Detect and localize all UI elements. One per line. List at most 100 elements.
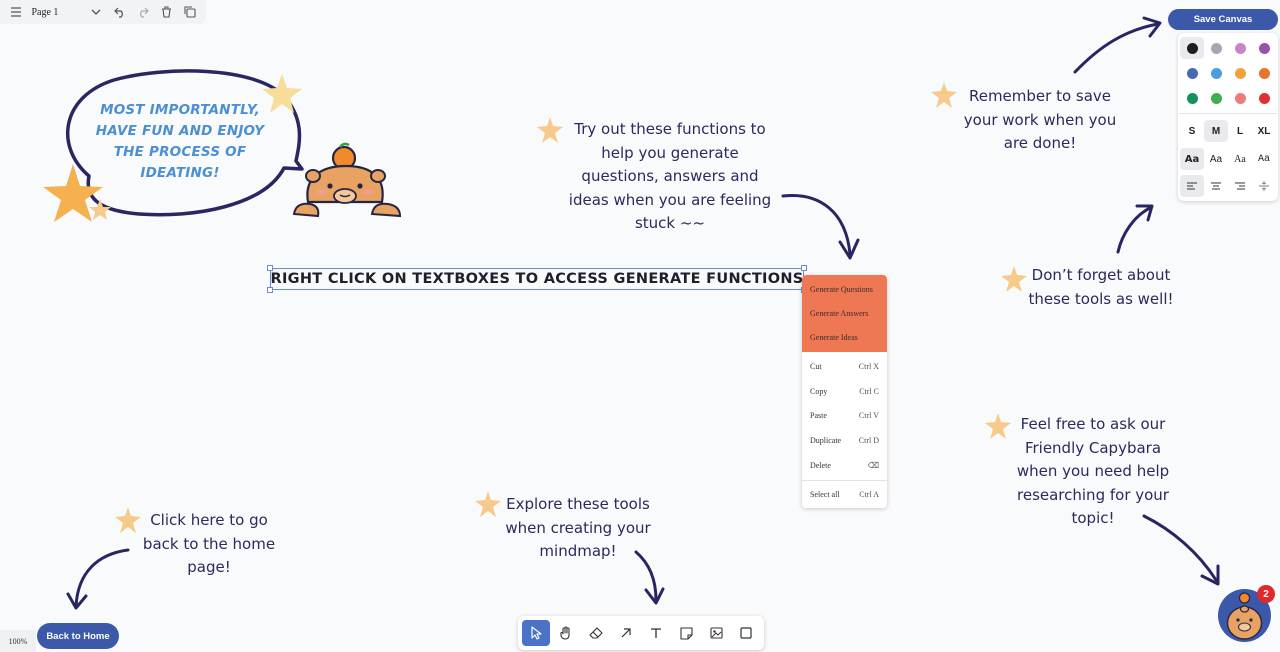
- star-icon: [115, 507, 141, 533]
- menu-item-shortcut: Ctrl D: [858, 435, 879, 445]
- undo-icon[interactable]: [110, 1, 129, 23]
- star-icon: [89, 199, 111, 220]
- menu-item-duplicate[interactable]: Duplicate Ctrl D: [802, 428, 887, 452]
- font-serif[interactable]: Aa: [1228, 148, 1252, 170]
- eraser-icon: [589, 627, 603, 639]
- redo-icon[interactable]: [134, 1, 153, 23]
- menu-item-label: Generate Questions: [810, 284, 873, 294]
- resize-handle[interactable]: [801, 265, 807, 271]
- context-menu: Generate Questions Generate Answers Gene…: [802, 275, 887, 508]
- home-note: Click here to go back to the home page!: [142, 511, 276, 576]
- menu-item-shortcut: Ctrl C: [859, 386, 879, 396]
- arrow-icon: [1116, 204, 1154, 254]
- menu-item-generate-questions[interactable]: Generate Questions: [802, 277, 887, 301]
- color-swatch[interactable]: [1204, 87, 1228, 109]
- menu-item-label: Cut: [810, 361, 822, 371]
- star-icon: [475, 491, 501, 517]
- chevron-down-icon[interactable]: [87, 1, 106, 23]
- bubble-text: MOST IMPORTANTLY, HAVE FUN AND ENJOY THE…: [95, 102, 265, 181]
- page-name[interactable]: Page 1: [29, 7, 82, 18]
- star-icon: [537, 117, 563, 143]
- hand-tool[interactable]: [552, 620, 580, 646]
- menu-item-copy[interactable]: Copy Ctrl C: [802, 379, 887, 403]
- menu-item-paste[interactable]: Paste Ctrl V: [802, 403, 887, 427]
- rectangle-icon: [740, 627, 752, 639]
- arrow-icon: [1142, 514, 1220, 586]
- menu-item-shortcut: Ctrl A: [859, 489, 879, 499]
- color-swatch[interactable]: [1204, 37, 1228, 59]
- rectangle-tool[interactable]: [732, 620, 760, 646]
- menu-item-label: Select all: [810, 489, 840, 499]
- duplicate-icon[interactable]: [181, 1, 200, 23]
- text-tool[interactable]: [642, 620, 670, 646]
- align-center-icon[interactable]: [1204, 175, 1228, 197]
- back-to-home-button[interactable]: Back to Home: [37, 623, 119, 649]
- note-tool[interactable]: [672, 620, 700, 646]
- size-small[interactable]: S: [1180, 120, 1204, 142]
- trash-icon[interactable]: [157, 1, 176, 23]
- functions-note: Try out these functions to help you gene…: [568, 120, 772, 232]
- color-swatch[interactable]: [1180, 37, 1204, 59]
- resize-handle[interactable]: [267, 265, 273, 271]
- arrow-icon: [634, 550, 665, 605]
- page-bar: Page 1: [0, 0, 206, 24]
- size-medium[interactable]: M: [1204, 120, 1228, 142]
- size-large[interactable]: L: [1228, 120, 1252, 142]
- note-icon: [679, 626, 693, 640]
- drawing-toolbar: [518, 616, 764, 650]
- vertical-align-icon[interactable]: [1252, 175, 1276, 197]
- notification-badge: 2: [1257, 585, 1275, 603]
- menu-item-cut[interactable]: Cut Ctrl X: [802, 354, 887, 378]
- font-draw[interactable]: Aa: [1180, 148, 1204, 170]
- tools-note: Don’t forget about these tools as well!: [1028, 266, 1174, 308]
- menu-item-label: Copy: [810, 386, 828, 396]
- title-textbox[interactable]: RIGHT CLICK ON TEXTBOXES TO ACCESS GENER…: [270, 268, 804, 290]
- menu-item-label: Delete: [810, 460, 831, 470]
- arrow-icon: [781, 194, 860, 260]
- font-mono[interactable]: Aa: [1252, 148, 1276, 170]
- color-swatch[interactable]: [1252, 87, 1276, 109]
- menu-icon[interactable]: [6, 1, 25, 23]
- star-icon: [931, 82, 957, 108]
- capybara-illustration: [292, 142, 402, 218]
- text-icon: [651, 628, 661, 638]
- star-icon: [1001, 266, 1027, 292]
- color-swatch[interactable]: [1180, 62, 1204, 84]
- menu-item-generate-ideas[interactable]: Generate Ideas: [802, 325, 887, 349]
- color-swatch[interactable]: [1180, 87, 1204, 109]
- menu-item-label: Duplicate: [810, 435, 842, 445]
- color-swatch[interactable]: [1252, 37, 1276, 59]
- menu-item-shortcut: Ctrl V: [858, 410, 879, 420]
- image-icon: [709, 627, 723, 639]
- menu-item-generate-answers[interactable]: Generate Answers: [802, 301, 887, 325]
- hand-icon: [560, 626, 570, 640]
- menu-item-shortcut: Ctrl X: [858, 361, 879, 371]
- menu-item-select-all[interactable]: Select all Ctrl A: [802, 482, 887, 506]
- arrow-tool[interactable]: [612, 620, 640, 646]
- menu-item-label: Generate Ideas: [810, 332, 858, 342]
- image-tool[interactable]: [702, 620, 730, 646]
- style-panel: S M L XL Aa Aa Aa Aa: [1178, 33, 1278, 201]
- font-sans[interactable]: Aa: [1204, 148, 1228, 170]
- zoom-level[interactable]: 100%: [0, 630, 36, 652]
- menu-item-label: Paste: [810, 410, 827, 420]
- size-xl[interactable]: XL: [1252, 120, 1276, 142]
- save-canvas-button[interactable]: Save Canvas: [1168, 9, 1278, 30]
- menu-item-label: Generate Answers: [810, 308, 869, 318]
- color-swatch[interactable]: [1228, 62, 1252, 84]
- color-swatch[interactable]: [1228, 37, 1252, 59]
- color-swatch[interactable]: [1252, 62, 1276, 84]
- arrow-icon: [1073, 16, 1162, 74]
- star-icon: [985, 413, 1011, 439]
- menu-item-shortcut: ⌫: [867, 460, 879, 470]
- arrow-icon: [66, 548, 130, 610]
- color-swatch[interactable]: [1204, 62, 1228, 84]
- eraser-tool[interactable]: [582, 620, 610, 646]
- align-right-icon[interactable]: [1228, 175, 1252, 197]
- resize-handle[interactable]: [267, 287, 273, 293]
- save-note: Remember to save your work when you are …: [963, 87, 1117, 152]
- menu-item-delete[interactable]: Delete ⌫: [802, 453, 887, 477]
- select-tool[interactable]: [522, 620, 550, 646]
- align-left-icon[interactable]: [1180, 175, 1204, 197]
- color-swatch[interactable]: [1228, 87, 1252, 109]
